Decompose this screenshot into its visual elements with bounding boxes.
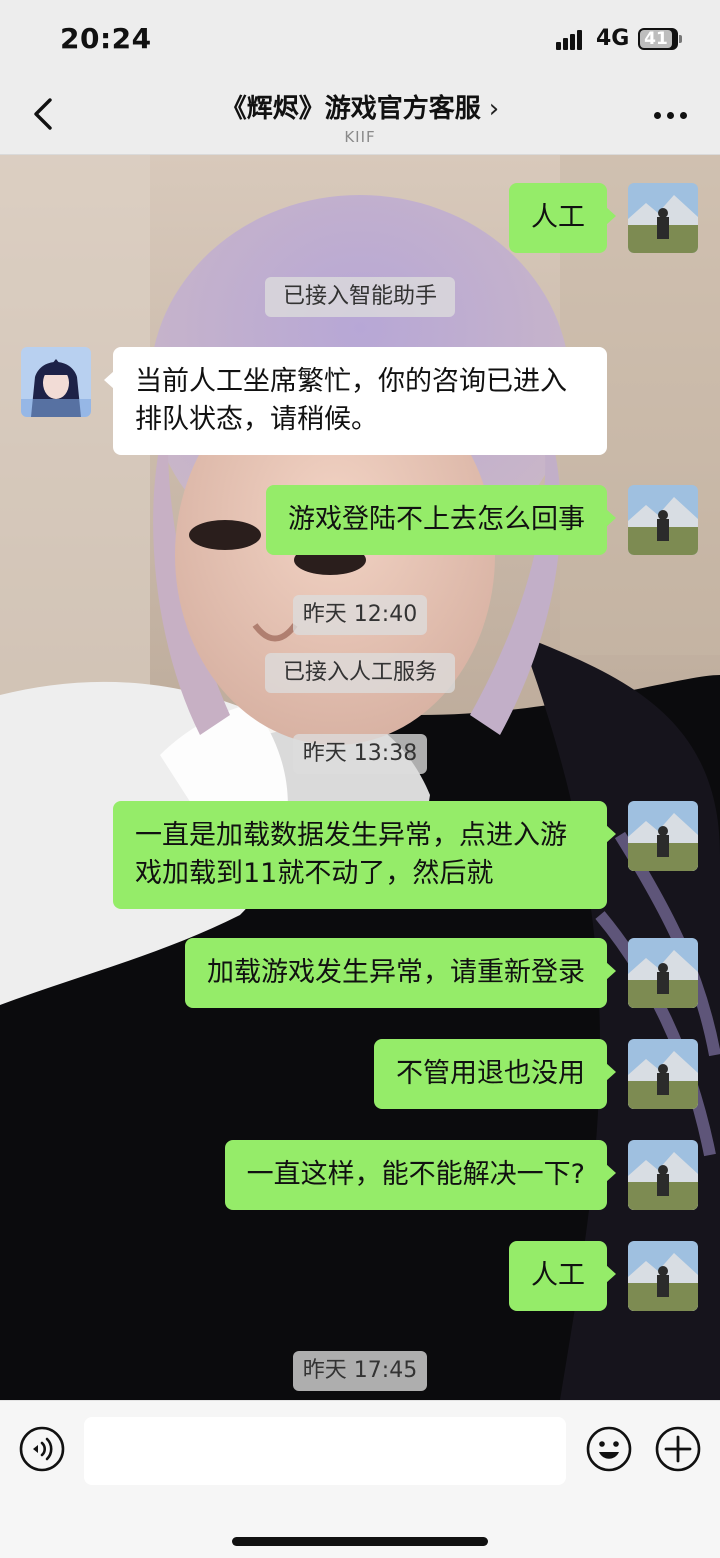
- avatar[interactable]: [628, 1039, 698, 1109]
- message-input[interactable]: [84, 1417, 566, 1485]
- message-bubble[interactable]: 人工: [509, 183, 616, 253]
- message-row: 不管用退也没用: [0, 1039, 720, 1111]
- message-bubble[interactable]: 加载游戏发生异常，请重新登录: [185, 938, 616, 1008]
- message-bubble[interactable]: 不管用退也没用: [374, 1039, 616, 1109]
- message-row: 人工: [0, 1241, 720, 1313]
- battery-level: 41: [644, 29, 668, 49]
- message-bubble[interactable]: 一直是加载数据发生异常，点进入游戏加载到11就不动了，然后就: [113, 801, 616, 909]
- battery-icon: 41: [638, 28, 682, 50]
- message-row: 一直这样，能不能解决一下?: [0, 1140, 720, 1212]
- message-row: 人工: [0, 183, 720, 255]
- message-row: 加载游戏发生异常，请重新登录: [0, 938, 720, 1010]
- avatar[interactable]: [628, 801, 698, 871]
- chat-area[interactable]: 人工 已接入智能助手 当前人工坐席繁忙，你的咨询已进入排队状态，请稍候。 游戏登…: [0, 155, 720, 1400]
- avatar[interactable]: [628, 485, 698, 555]
- chat-background-image: [0, 155, 720, 1400]
- more-icon[interactable]: [654, 112, 688, 120]
- message-bubble[interactable]: 人工: [509, 1241, 616, 1311]
- chevron-right-icon: ›: [488, 94, 500, 124]
- message-bubble[interactable]: 一直这样，能不能解决一下?: [224, 1140, 617, 1210]
- system-notice-text: 已接入人工服务: [264, 653, 455, 693]
- message-row: 游戏登陆不上去怎么回事: [0, 485, 720, 557]
- timestamp-text: 昨天 17:45: [292, 1351, 428, 1391]
- chat-header: 《辉烬》游戏官方客服 › KIIF: [0, 80, 720, 155]
- status-bar: 20:24 4G 41: [0, 0, 720, 80]
- chevron-left-icon[interactable]: [26, 94, 66, 134]
- timestamp-text: 昨天 13:38: [292, 734, 428, 774]
- message-bubble[interactable]: 当前人工坐席繁忙，你的咨询已进入排队状态，请稍候。: [104, 347, 607, 455]
- avatar[interactable]: [628, 938, 698, 1008]
- chat-title[interactable]: 《辉烬》游戏官方客服 ›: [160, 88, 560, 125]
- emoji-icon[interactable]: [585, 1425, 633, 1473]
- input-bar: [0, 1400, 720, 1558]
- network-type: 4G: [596, 26, 630, 51]
- voice-icon[interactable]: [18, 1425, 66, 1473]
- signal-icon: [556, 28, 588, 50]
- home-indicator[interactable]: [232, 1537, 488, 1546]
- agent-avatar[interactable]: [21, 347, 91, 417]
- system-notice-text: 已接入智能助手: [264, 277, 455, 317]
- avatar[interactable]: [628, 183, 698, 253]
- avatar[interactable]: [628, 1241, 698, 1311]
- chat-subtitle: KIIF: [344, 128, 376, 146]
- timestamp: 昨天 13:38: [0, 734, 720, 774]
- system-notice: 已接入人工服务: [0, 653, 720, 693]
- timestamp: 昨天 12:40: [0, 595, 720, 635]
- chat-title-block[interactable]: 《辉烬》游戏官方客服 › KIIF: [160, 88, 560, 146]
- message-row: 当前人工坐席繁忙，你的咨询已进入排队状态，请稍候。: [0, 347, 720, 457]
- timestamp-text: 昨天 12:40: [292, 595, 428, 635]
- message-row: 一直是加载数据发生异常，点进入游戏加载到11就不动了，然后就: [0, 801, 720, 911]
- plus-icon[interactable]: [654, 1425, 702, 1473]
- system-notice: 已接入智能助手: [0, 277, 720, 317]
- chat-title-text: 《辉烬》游戏官方客服: [220, 94, 481, 124]
- avatar[interactable]: [628, 1140, 698, 1210]
- status-time: 20:24: [60, 22, 152, 55]
- message-bubble[interactable]: 游戏登陆不上去怎么回事: [266, 485, 616, 555]
- timestamp: 昨天 17:45: [0, 1351, 720, 1391]
